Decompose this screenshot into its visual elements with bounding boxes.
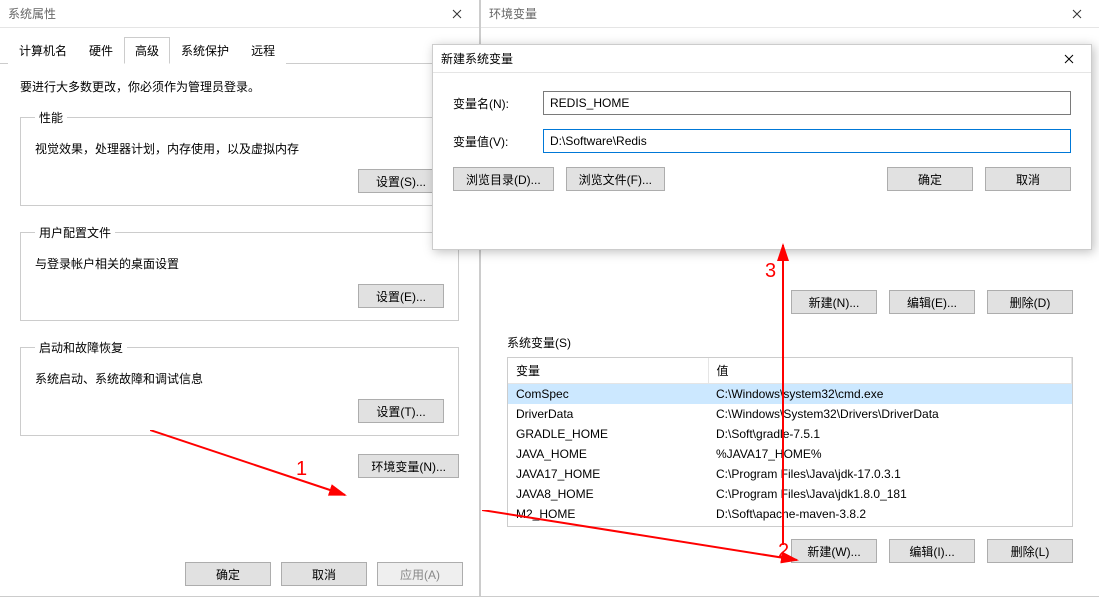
system-new-button[interactable]: 新建(W)... (791, 539, 877, 563)
tab-remote[interactable]: 远程 (240, 37, 286, 64)
cell-variable: JAVA17_HOME (508, 464, 708, 484)
browse-file-button[interactable]: 浏览文件(F)... (566, 167, 665, 191)
advanced-panel: 要进行大多数更改，你必须作为管理员登录。 性能 视觉效果，处理器计划，内存使用，… (0, 64, 479, 488)
user-profiles-desc: 与登录帐户相关的桌面设置 (35, 255, 444, 272)
close-icon (452, 9, 462, 19)
close-button[interactable] (1054, 0, 1099, 28)
cell-value: %JAVA17_HOME% (708, 444, 1072, 464)
tab-advanced[interactable]: 高级 (124, 37, 170, 64)
startup-recovery-settings-button[interactable]: 设置(T)... (358, 399, 444, 423)
tab-system-protection[interactable]: 系统保护 (170, 37, 240, 64)
annotation-number-2: 2 (778, 540, 789, 563)
annotation-number-1: 1 (296, 458, 307, 481)
performance-group: 性能 视觉效果，处理器计划，内存使用，以及虚拟内存 设置(S)... (20, 109, 459, 206)
table-row[interactable]: JAVA_HOME%JAVA17_HOME% (508, 444, 1072, 464)
variable-value-input[interactable] (543, 129, 1071, 153)
system-delete-button[interactable]: 删除(L) (987, 539, 1073, 563)
system-vars-table[interactable]: 变量 值 ComSpecC:\Windows\system32\cmd.exeD… (507, 357, 1073, 527)
cell-variable: ComSpec (508, 384, 708, 405)
user-new-button[interactable]: 新建(N)... (791, 290, 877, 314)
close-icon (1072, 9, 1082, 19)
titlebar: 新建系统变量 (433, 45, 1091, 73)
environment-variables-button[interactable]: 环境变量(N)... (358, 454, 459, 478)
startup-recovery-legend: 启动和故障恢复 (35, 339, 127, 356)
cell-variable: M2_HOME (508, 504, 708, 524)
startup-recovery-group: 启动和故障恢复 系统启动、系统故障和调试信息 设置(T)... (20, 339, 459, 436)
dialog-body: 变量名(N): 变量值(V): 浏览目录(D)... 浏览文件(F)... 确定… (433, 73, 1091, 205)
table-row[interactable]: DriverDataC:\Windows\System32\Drivers\Dr… (508, 404, 1072, 424)
close-button[interactable] (434, 0, 479, 28)
cell-value: C:\Windows\system32\cmd.exe (708, 384, 1072, 405)
tab-computer-name[interactable]: 计算机名 (8, 37, 78, 64)
cell-variable: JAVA8_HOME (508, 484, 708, 504)
variable-name-input[interactable] (543, 91, 1071, 115)
cell-value: C:\Program Files\Java\jdk1.8.0_181 (708, 484, 1072, 504)
variable-value-label: 变量值(V): (453, 133, 543, 150)
cell-value: D:\Soft\apache-maven-3.8.2 (708, 504, 1072, 524)
system-vars-buttons: 新建(W)... 编辑(I)... 删除(L) (507, 539, 1073, 563)
col-variable[interactable]: 变量 (508, 358, 708, 384)
admin-note: 要进行大多数更改，你必须作为管理员登录。 (20, 78, 459, 95)
table-row[interactable]: JAVA17_HOMEC:\Program Files\Java\jdk-17.… (508, 464, 1072, 484)
window-title: 系统属性 (8, 5, 56, 22)
tab-hardware[interactable]: 硬件 (78, 37, 124, 64)
ok-button[interactable]: 确定 (887, 167, 973, 191)
close-icon (1064, 54, 1074, 64)
system-properties-window: 系统属性 计算机名 硬件 高级 系统保护 远程 要进行大多数更改，你必须作为管理… (0, 0, 480, 597)
cell-value: C:\Program Files\Java\jdk-17.0.3.1 (708, 464, 1072, 484)
cell-value: D:\Soft\gradle-7.5.1 (708, 424, 1072, 444)
apply-button: 应用(A) (377, 562, 463, 586)
user-profiles-group: 用户配置文件 与登录帐户相关的桌面设置 设置(E)... (20, 224, 459, 321)
cell-value: C:\Windows\System32\Drivers\DriverData (708, 404, 1072, 424)
cell-variable: DriverData (508, 404, 708, 424)
tab-strip: 计算机名 硬件 高级 系统保护 远程 (0, 30, 479, 64)
col-value[interactable]: 值 (708, 358, 1072, 384)
table-row[interactable]: JAVA8_HOMEC:\Program Files\Java\jdk1.8.0… (508, 484, 1072, 504)
cell-variable: JAVA_HOME (508, 444, 708, 464)
dialog-buttons: 确定 取消 应用(A) (185, 562, 463, 586)
cancel-button[interactable]: 取消 (281, 562, 367, 586)
close-button[interactable] (1046, 45, 1091, 73)
cell-variable: GRADLE_HOME (508, 424, 708, 444)
ok-button[interactable]: 确定 (185, 562, 271, 586)
performance-legend: 性能 (35, 109, 67, 126)
browse-directory-button[interactable]: 浏览目录(D)... (453, 167, 554, 191)
titlebar: 系统属性 (0, 0, 479, 28)
user-edit-button[interactable]: 编辑(E)... (889, 290, 975, 314)
table-row[interactable]: ComSpecC:\Windows\system32\cmd.exe (508, 384, 1072, 405)
titlebar: 环境变量 (481, 0, 1099, 28)
annotation-number-3: 3 (765, 260, 776, 283)
user-delete-button[interactable]: 删除(D) (987, 290, 1073, 314)
variable-name-label: 变量名(N): (453, 95, 543, 112)
new-system-variable-dialog: 新建系统变量 变量名(N): 变量值(V): 浏览目录(D)... 浏览文件(F… (432, 44, 1092, 250)
dialog-title: 新建系统变量 (441, 50, 513, 67)
window-title: 环境变量 (489, 5, 537, 22)
table-row[interactable]: GRADLE_HOMED:\Soft\gradle-7.5.1 (508, 424, 1072, 444)
cancel-button[interactable]: 取消 (985, 167, 1071, 191)
user-profiles-legend: 用户配置文件 (35, 224, 115, 241)
user-vars-buttons: 新建(N)... 编辑(E)... 删除(D) (507, 290, 1073, 314)
system-vars-label: 系统变量(S) (507, 334, 1073, 351)
table-row[interactable]: M2_HOMED:\Soft\apache-maven-3.8.2 (508, 504, 1072, 524)
startup-recovery-desc: 系统启动、系统故障和调试信息 (35, 370, 444, 387)
performance-desc: 视觉效果，处理器计划，内存使用，以及虚拟内存 (35, 140, 444, 157)
user-profiles-settings-button[interactable]: 设置(E)... (358, 284, 444, 308)
system-edit-button[interactable]: 编辑(I)... (889, 539, 975, 563)
